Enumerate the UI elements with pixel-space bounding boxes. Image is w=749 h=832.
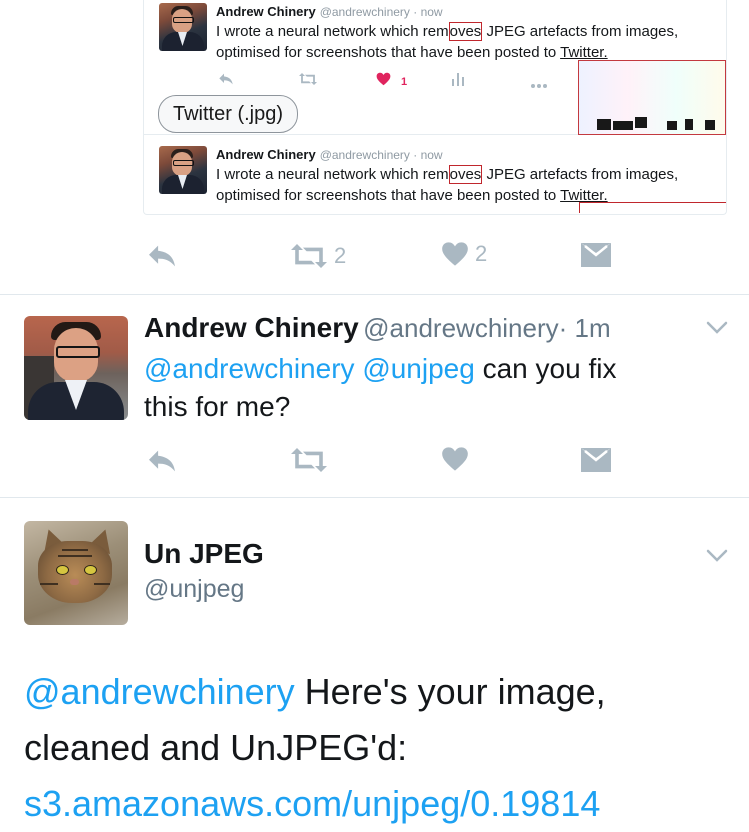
heart-icon xyxy=(441,446,469,472)
tweet-text-part: this for me? xyxy=(144,391,291,422)
like-count: 2 xyxy=(475,241,488,266)
tweet-menu-button[interactable] xyxy=(706,321,728,340)
avatar[interactable] xyxy=(24,521,128,625)
mini-tweet-text: I wrote a neural network which removes J… xyxy=(216,164,716,206)
mention-link[interactable]: @andrewchinery xyxy=(24,671,295,712)
retweet-button[interactable] xyxy=(290,448,328,472)
mini-tweet-author: Andrew Chinery @andrewchinery · now xyxy=(216,4,443,19)
retweet-icon xyxy=(290,448,328,472)
pixel-block xyxy=(705,120,715,130)
reply-text: @andrewchinery Here's your image, cleane… xyxy=(24,664,744,832)
retweet-icon xyxy=(290,244,328,268)
heart-icon xyxy=(441,241,469,267)
mini-text-link: Twitter. xyxy=(560,44,608,61)
retweet-button[interactable]: 2 xyxy=(290,243,346,269)
artifact-zoom-box xyxy=(578,60,726,135)
author-handle[interactable]: @unjpeg xyxy=(144,575,244,604)
author-name[interactable]: Andrew Chinery xyxy=(144,312,359,343)
reply-icon xyxy=(146,243,178,269)
mention-link[interactable]: @andrewchinery xyxy=(144,353,355,384)
mini-author-name: Andrew Chinery xyxy=(216,147,316,162)
mini-text-marked: oves xyxy=(448,165,483,184)
tweet-divider xyxy=(0,294,749,295)
dm-envelope-icon xyxy=(581,243,611,267)
reply-icon xyxy=(146,448,178,474)
red-marker-box xyxy=(579,202,726,213)
mini-text-part: I wrote a neural network which rem xyxy=(216,23,449,40)
mini-text-part: optimised for screenshots that have been… xyxy=(216,187,561,204)
mini-text-part: JPEG artefacts from images, xyxy=(482,23,679,40)
mini-like-count: 1 xyxy=(401,76,408,88)
tweet-menu-button[interactable] xyxy=(706,549,728,568)
retweet-icon xyxy=(299,72,317,89)
reply-text-part: cleaned and UnJPEG'd: xyxy=(24,727,408,768)
image-label-pill: Twitter (.jpg) xyxy=(158,95,299,133)
pixel-block xyxy=(613,121,633,130)
pixel-block xyxy=(667,121,677,130)
avatar[interactable] xyxy=(24,316,128,420)
chevron-down-icon xyxy=(706,321,728,339)
analytics-icon xyxy=(452,73,464,89)
reply-button[interactable] xyxy=(146,243,178,269)
mini-author-name: Andrew Chinery xyxy=(216,4,316,19)
mention-link[interactable]: @unjpeg xyxy=(362,353,475,384)
tweet-text: @andrewchinery @unjpeg can you fix this … xyxy=(144,350,616,426)
pixel-block xyxy=(597,119,611,130)
dm-button[interactable] xyxy=(581,243,611,267)
tweet-timestamp: · 1m xyxy=(558,313,611,343)
mini-text-part: JPEG artefacts from images, xyxy=(482,166,679,183)
mini-author-handle: @andrewchinery · now xyxy=(319,148,443,162)
reply-button[interactable] xyxy=(146,448,178,474)
mini-text-marked: oves xyxy=(448,22,483,41)
mini-tweet-text: I wrote a neural network which removes J… xyxy=(216,21,716,63)
dm-button[interactable] xyxy=(581,448,611,472)
heart-icon xyxy=(376,72,391,89)
image-link[interactable]: s3.amazonaws.com/unjpeg/0.19814 xyxy=(24,783,600,824)
tweet-divider xyxy=(0,497,749,498)
reply-icon xyxy=(218,72,234,89)
dm-envelope-icon xyxy=(581,448,611,472)
author-name[interactable]: Un JPEG xyxy=(144,538,264,570)
tweet-text-part: can you fix xyxy=(474,353,617,384)
mini-text-part: optimised for screenshots that have been… xyxy=(216,44,561,61)
author-handle[interactable]: @andrewchinery xyxy=(363,313,558,343)
like-button[interactable] xyxy=(441,446,469,472)
retweet-count: 2 xyxy=(334,243,347,268)
mini-avatar xyxy=(159,3,207,51)
pill-label-text: Twitter (.jpg) xyxy=(173,103,284,125)
mini-avatar xyxy=(159,146,207,194)
pixel-block xyxy=(635,117,647,128)
mini-tweet-author: Andrew Chinery @andrewchinery · now xyxy=(216,147,443,162)
mini-author-handle: @andrewchinery · now xyxy=(319,5,443,19)
pixel-block xyxy=(685,119,693,130)
chevron-down-icon xyxy=(706,549,728,567)
reply-text-part: Here's your image, xyxy=(294,671,606,712)
tweet-header: Andrew Chinery @andrewchinery· 1m xyxy=(144,312,611,344)
like-button[interactable]: 2 xyxy=(441,241,487,267)
mini-text-part: I wrote a neural network which rem xyxy=(216,166,449,183)
more-icon xyxy=(530,76,548,92)
